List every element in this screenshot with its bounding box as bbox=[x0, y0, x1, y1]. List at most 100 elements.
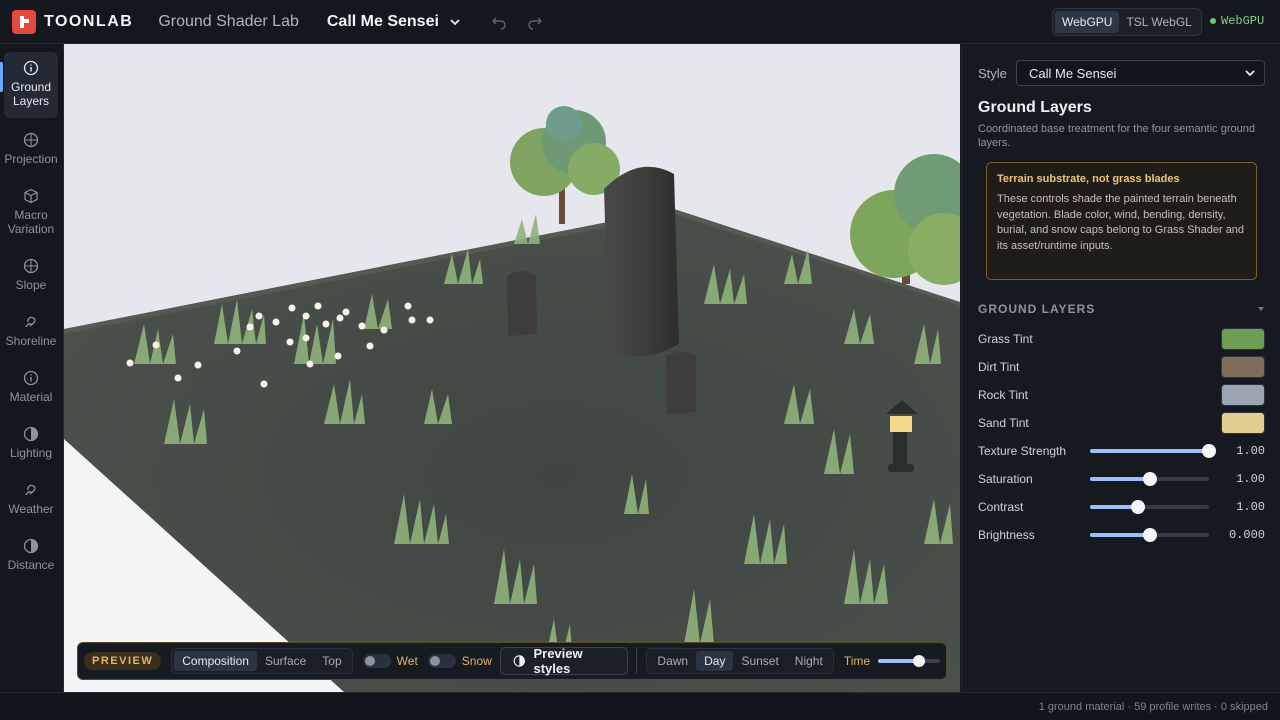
view-surface-button[interactable]: Surface bbox=[257, 651, 314, 671]
texture-strength-label: Texture Strength bbox=[978, 444, 1067, 458]
undo-icon bbox=[491, 16, 506, 30]
scene-render bbox=[64, 44, 960, 692]
contrast-slider[interactable] bbox=[1090, 500, 1209, 514]
rail-item-ground-layers[interactable]: Ground Layers bbox=[4, 52, 58, 118]
style-label: Style bbox=[978, 65, 1007, 81]
sand-tint-swatch[interactable] bbox=[1221, 412, 1265, 434]
inspector-panel: Style Call Me Sensei Ground Layers Coord… bbox=[961, 44, 1280, 692]
status-footer: 1 ground material · 59 profile writes · … bbox=[0, 692, 1280, 720]
scene-viewport[interactable] bbox=[64, 44, 960, 692]
half-moon-icon bbox=[513, 655, 525, 667]
texture-strength-row: Texture Strength 1.00 bbox=[978, 439, 1265, 463]
rail-item-label: Shoreline bbox=[5, 334, 57, 348]
logo: TOONLAB bbox=[12, 9, 133, 34]
style-row: Style Call Me Sensei bbox=[978, 60, 1265, 86]
rail-item-label: Macro Variation bbox=[7, 208, 55, 236]
view-top-button[interactable]: Top bbox=[314, 651, 349, 671]
redo-button[interactable] bbox=[521, 8, 549, 36]
time-day-button[interactable]: Day bbox=[696, 651, 734, 671]
rail-item-slope[interactable]: Slope bbox=[4, 250, 58, 294]
toolbar-divider bbox=[635, 648, 637, 674]
backend-webgpu-button[interactable]: WebGPU bbox=[1055, 11, 1120, 33]
status-dot-icon bbox=[1210, 18, 1216, 24]
brightness-label: Brightness bbox=[978, 528, 1035, 542]
view-composition-button[interactable]: Composition bbox=[174, 651, 257, 671]
wet-toggle-label: Wet bbox=[396, 654, 418, 668]
time-slider[interactable] bbox=[878, 655, 940, 667]
brightness-slider[interactable] bbox=[1090, 528, 1209, 542]
dirt-tint-label: Dirt Tint bbox=[978, 360, 1020, 374]
time-slider-knob[interactable] bbox=[912, 655, 925, 667]
view-mode-segmented: Composition Surface Top bbox=[171, 648, 353, 674]
panel-description: Coordinated base treatment for the four … bbox=[978, 123, 1255, 149]
backend-tsl-webgl-button[interactable]: TSL WebGL bbox=[1119, 11, 1198, 33]
chevron-down-icon bbox=[1245, 70, 1255, 77]
rail-item-lighting[interactable]: Lighting bbox=[4, 418, 58, 462]
slider-knob[interactable] bbox=[1142, 472, 1157, 486]
chevron-down-icon bbox=[450, 18, 460, 25]
wave-icon bbox=[25, 316, 36, 328]
callout-body: These controls shade the painted terrain… bbox=[997, 193, 1245, 252]
time-of-day-segmented: Dawn Day Sunset Night bbox=[646, 648, 834, 674]
top-bar: TOONLAB Ground Shader Lab Call Me Sensei… bbox=[0, 0, 1280, 44]
section-title: GROUND LAYERS bbox=[978, 302, 1096, 316]
undo-button[interactable] bbox=[485, 8, 513, 36]
dirt-tint-swatch[interactable] bbox=[1221, 356, 1265, 378]
rail-item-label: Weather bbox=[8, 502, 54, 516]
rail-item-distance[interactable]: Distance bbox=[4, 530, 58, 574]
style-select[interactable]: Call Me Sensei bbox=[1016, 60, 1265, 86]
rail-item-material[interactable]: Material bbox=[4, 362, 58, 406]
rail-item-label: Lighting bbox=[9, 446, 53, 460]
info-circle-icon bbox=[23, 60, 39, 76]
rail-item-label: Distance bbox=[7, 558, 55, 572]
preview-styles-label: Preview styles bbox=[533, 646, 583, 676]
footer-stats: 1 ground material · 59 profile writes · … bbox=[1038, 701, 1268, 713]
rock-tint-swatch[interactable] bbox=[1221, 384, 1265, 406]
time-night-button[interactable]: Night bbox=[787, 651, 831, 671]
rail-item-macro-variation[interactable]: Macro Variation bbox=[4, 180, 58, 238]
preview-badge: PREVIEW bbox=[84, 652, 162, 670]
texture-strength-value: 1.00 bbox=[1236, 444, 1265, 458]
snow-toggle-label: Snow bbox=[461, 654, 492, 668]
slider-knob[interactable] bbox=[1202, 444, 1216, 458]
wet-toggle[interactable]: Wet bbox=[362, 654, 418, 668]
rail-item-shoreline[interactable]: Shoreline bbox=[4, 306, 58, 350]
app-title: Ground Shader Lab bbox=[158, 12, 299, 30]
style-select-value: Call Me Sensei bbox=[1029, 65, 1117, 81]
crosshair-circle-icon bbox=[23, 258, 39, 274]
contrast-value: 1.00 bbox=[1236, 500, 1265, 514]
renderer-status: WebGPU bbox=[1210, 14, 1264, 28]
rock-tint-label: Rock Tint bbox=[978, 388, 1029, 402]
caret-down-icon bbox=[1258, 307, 1264, 311]
rail-item-label: Projection bbox=[4, 152, 58, 166]
sand-tint-row: Sand Tint bbox=[978, 411, 1265, 435]
info-callout: Terrain substrate, not grass blades Thes… bbox=[986, 162, 1257, 280]
brightness-row: Brightness 0.000 bbox=[978, 523, 1265, 547]
redo-icon bbox=[528, 16, 542, 30]
preview-toolbar: PREVIEW Composition Surface Top Wet Snow… bbox=[77, 642, 947, 680]
rock-tint-row: Rock Tint bbox=[978, 383, 1265, 407]
texture-strength-slider[interactable] bbox=[1090, 444, 1216, 458]
half-moon-icon bbox=[23, 426, 39, 442]
time-dawn-button[interactable]: Dawn bbox=[649, 651, 696, 671]
sand-tint-label: Sand Tint bbox=[978, 416, 1029, 430]
rail-item-projection[interactable]: Projection bbox=[4, 124, 58, 168]
saturation-row: Saturation 1.00 bbox=[978, 467, 1265, 491]
info-circle-icon bbox=[23, 370, 39, 386]
time-sunset-button[interactable]: Sunset bbox=[733, 651, 786, 671]
snow-toggle[interactable]: Snow bbox=[427, 654, 492, 668]
slider-knob[interactable] bbox=[1130, 500, 1145, 514]
preview-styles-button[interactable]: Preview styles bbox=[499, 646, 628, 676]
grass-tint-swatch[interactable] bbox=[1221, 328, 1265, 350]
dirt-tint-row: Dirt Tint bbox=[978, 355, 1265, 379]
time-label: Time bbox=[843, 654, 871, 668]
callout-title: Terrain substrate, not grass blades bbox=[997, 173, 1180, 185]
style-switcher[interactable]: Call Me Sensei bbox=[327, 13, 461, 31]
slider-knob[interactable] bbox=[1142, 528, 1157, 542]
rail-item-weather[interactable]: Weather bbox=[4, 474, 58, 518]
toonlab-logo-icon bbox=[12, 9, 36, 34]
ground-layers-section-header[interactable]: GROUND LAYERS bbox=[978, 302, 1265, 316]
snow-toggle-track bbox=[427, 654, 456, 668]
wind-icon bbox=[25, 484, 36, 496]
saturation-slider[interactable] bbox=[1090, 472, 1209, 486]
